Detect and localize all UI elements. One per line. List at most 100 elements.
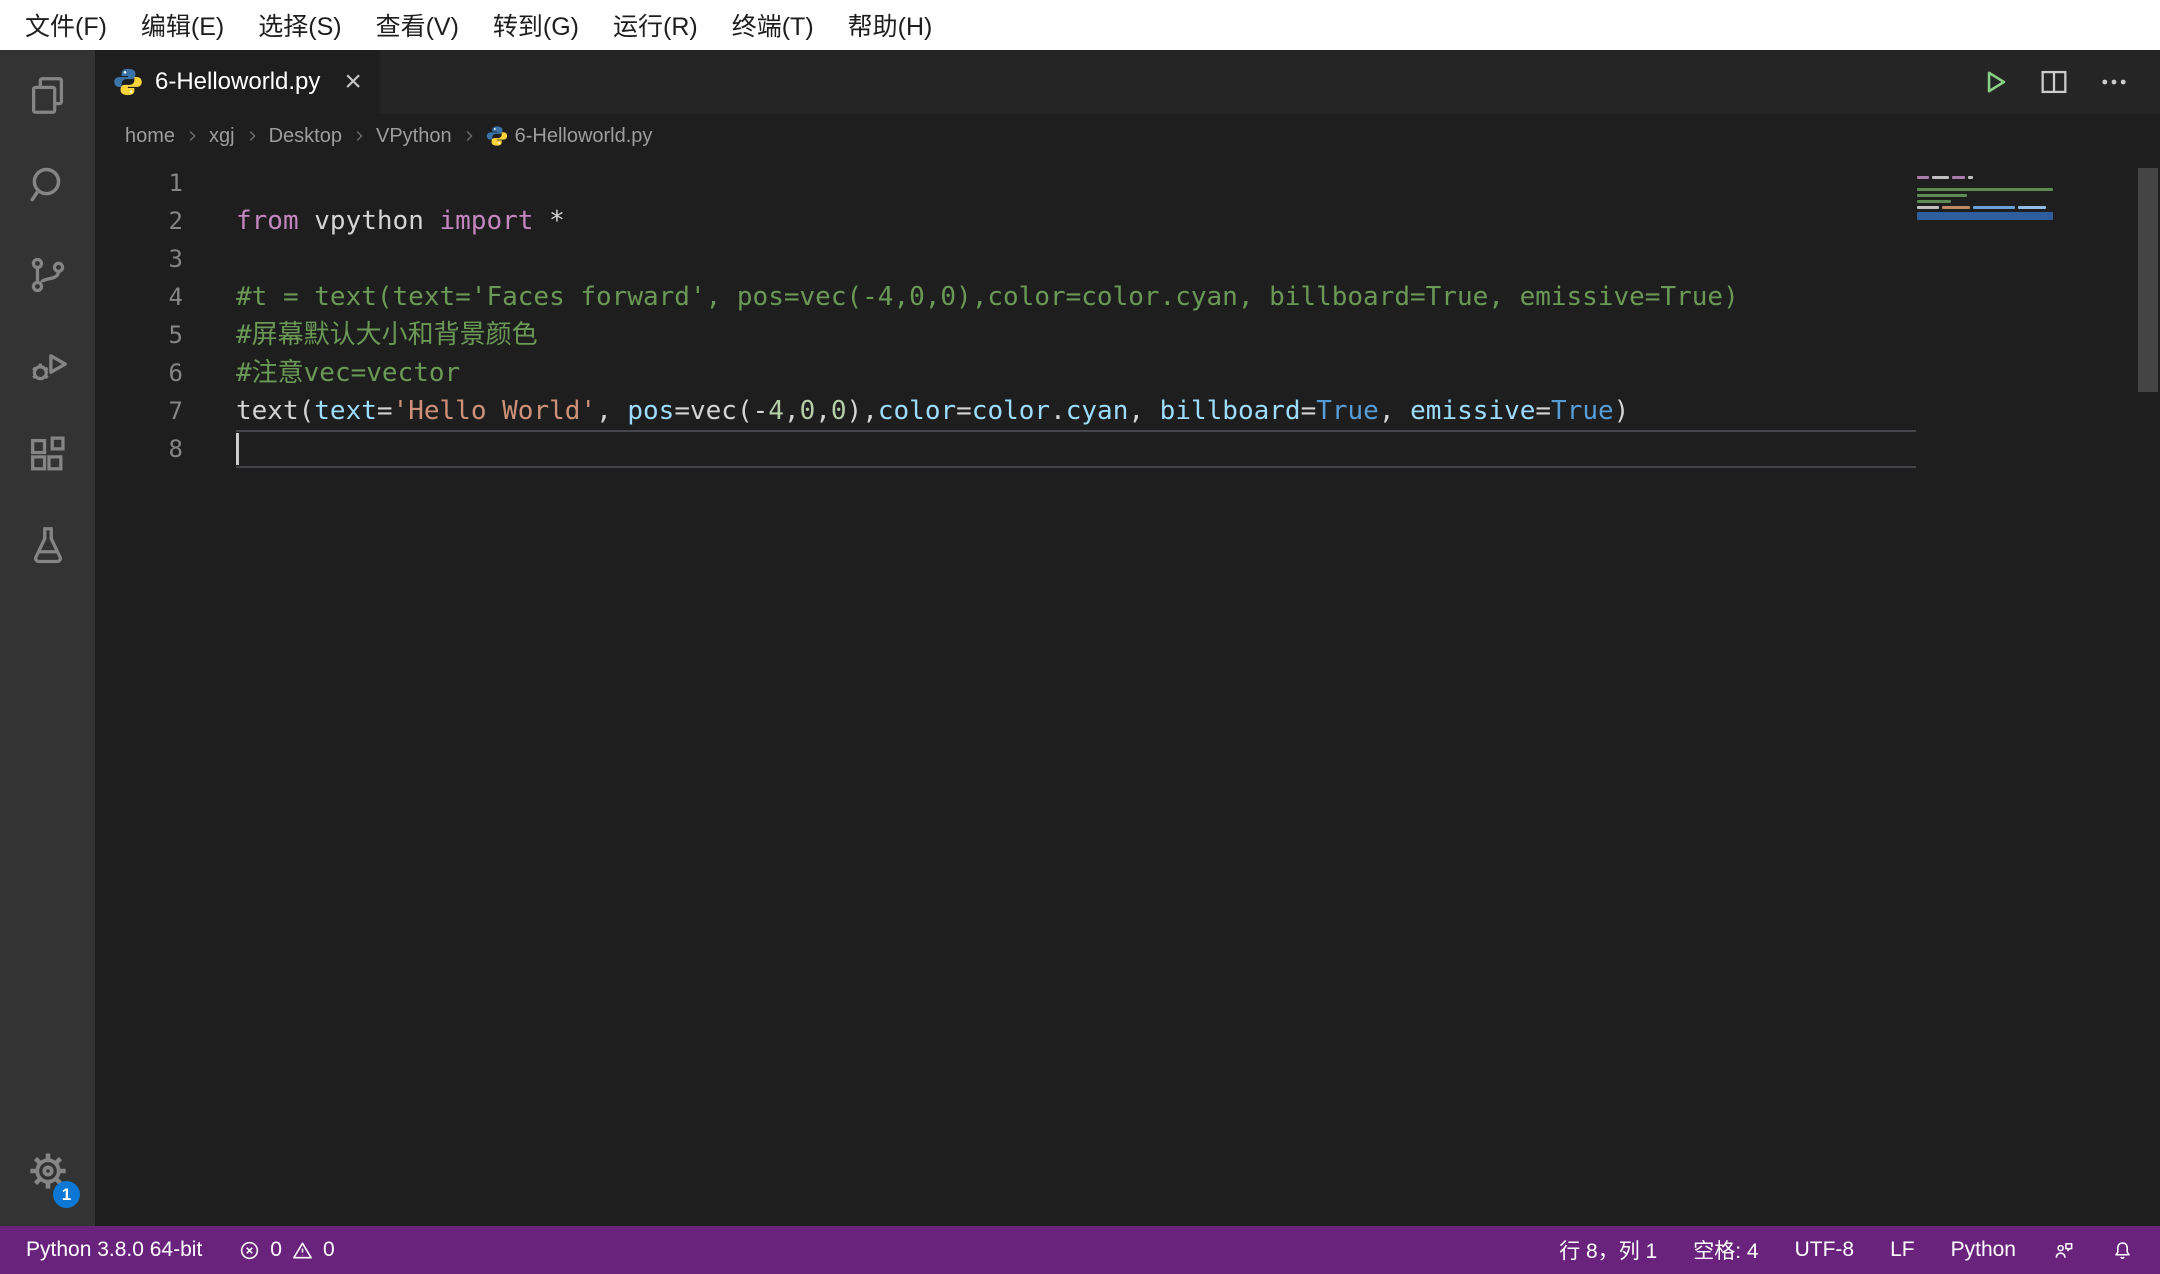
- minimap-segment: [1917, 194, 1967, 197]
- line-number[interactable]: 5: [95, 316, 236, 354]
- code-line-4[interactable]: 4#t = text(text='Faces forward', pos=vec…: [95, 278, 2160, 316]
- scrollbar-thumb[interactable]: [2138, 168, 2158, 392]
- code-token: ,: [1379, 396, 1410, 426]
- minimap-segment: [1952, 176, 1965, 179]
- code-line-8[interactable]: 8: [95, 430, 2160, 468]
- status-encoding[interactable]: UTF-8: [1795, 1238, 1855, 1262]
- editor[interactable]: 12from vpython import *34#t = text(text=…: [95, 158, 2160, 1226]
- status-cursor-position[interactable]: 行 8，列 1: [1559, 1235, 1657, 1265]
- status-python-interpreter[interactable]: Python 3.8.0 64-bit: [26, 1238, 202, 1262]
- minimap-segment: [1942, 206, 1970, 209]
- code-line-3[interactable]: 3: [95, 240, 2160, 278]
- warning-count: 0: [323, 1238, 335, 1262]
- menu-item-help[interactable]: 帮助(H): [831, 0, 950, 50]
- line-number[interactable]: 6: [95, 354, 236, 392]
- editor-area: 6-Helloworld.py × home xgj Desktop VPython 6…: [95, 50, 2160, 1226]
- breadcrumb-item-home[interactable]: home: [125, 125, 175, 148]
- menu-item-file[interactable]: 文件(F): [8, 0, 124, 50]
- minimap[interactable]: [1917, 170, 2053, 223]
- menu-item-selection[interactable]: 选择(S): [241, 0, 358, 50]
- tab-bar: 6-Helloworld.py ×: [95, 50, 2160, 114]
- error-icon: [238, 1239, 261, 1262]
- split-editor-button[interactable]: [2032, 60, 2076, 104]
- more-actions-button[interactable]: [2092, 60, 2136, 104]
- activity-bar-item-source-control[interactable]: [0, 230, 95, 320]
- code-token: emissive: [1410, 396, 1535, 426]
- code-token: pos: [627, 396, 674, 426]
- menu-item-run[interactable]: 运行(R): [596, 0, 715, 50]
- minimap-line: [1917, 200, 2053, 203]
- code-line-1[interactable]: 1: [95, 164, 2160, 202]
- breadcrumb-item-6-helloworld.py[interactable]: 6-Helloworld.py: [486, 125, 653, 148]
- breadcrumb-item-xgj[interactable]: xgj: [209, 125, 235, 148]
- status-label: 行 8，列 1: [1559, 1235, 1657, 1265]
- line-number[interactable]: 7: [95, 392, 236, 430]
- editor-actions: [1972, 50, 2160, 114]
- code-token: 0: [831, 396, 847, 426]
- code-token: text: [314, 396, 377, 426]
- activity-bar-item-search[interactable]: [0, 140, 95, 230]
- menu-item-view[interactable]: 查看(V): [359, 0, 476, 50]
- breadcrumb-label: VPython: [376, 125, 452, 148]
- minimap-current-line: [1917, 212, 2053, 220]
- code-token: =: [377, 396, 393, 426]
- tab-6-helloworld[interactable]: 6-Helloworld.py ×: [95, 50, 380, 114]
- python-icon: [113, 67, 143, 97]
- activity-bar-top: [0, 50, 95, 590]
- breadcrumb: home xgj Desktop VPython 6-Helloworld.py: [95, 114, 2160, 158]
- code-token: from: [236, 206, 299, 236]
- activity-bar-item-extensions[interactable]: [0, 410, 95, 500]
- close-icon[interactable]: ×: [344, 67, 362, 97]
- debug-icon: [25, 342, 71, 388]
- breadcrumb-item-vpython[interactable]: VPython: [376, 125, 452, 148]
- feedback-icon: [2052, 1239, 2075, 1262]
- chevron-right-icon: [243, 127, 261, 145]
- code-line-5[interactable]: 5#屏幕默认大小和背景颜色: [95, 316, 2160, 354]
- run-file-button[interactable]: [1972, 60, 2016, 104]
- activity-bar-item-explorer[interactable]: [0, 50, 95, 140]
- line-number[interactable]: 2: [95, 202, 236, 240]
- status-label: UTF-8: [1795, 1238, 1855, 1262]
- activity-bar-item-run-and-debug[interactable]: [0, 320, 95, 410]
- code-line-2[interactable]: 2from vpython import *: [95, 202, 2160, 240]
- vscode-window: 文件(F)编辑(E)选择(S)查看(V)转到(G)运行(R)终端(T)帮助(H)…: [0, 0, 2160, 1274]
- status-problems[interactable]: 0 0: [238, 1238, 334, 1262]
- line-number[interactable]: 4: [95, 278, 236, 316]
- minimap-line: [1917, 182, 2053, 185]
- status-label: LF: [1890, 1238, 1915, 1262]
- menu-item-edit[interactable]: 编辑(E): [124, 0, 241, 50]
- code-line-6[interactable]: 6#注意vec=vector: [95, 354, 2160, 392]
- search-icon: [25, 162, 71, 208]
- code-token: .: [1050, 396, 1066, 426]
- menu-item-go[interactable]: 转到(G): [476, 0, 596, 50]
- code-token: color: [972, 396, 1050, 426]
- chevron-right-icon: [460, 127, 478, 145]
- code-token: =: [956, 396, 972, 426]
- code-line-7[interactable]: 7text(text='Hello World', pos=vec(-4,0,0…: [95, 392, 2160, 430]
- code-token: import: [440, 206, 534, 236]
- status-indentation[interactable]: 空格: 4: [1693, 1235, 1758, 1265]
- status-language-mode[interactable]: Python: [1951, 1238, 2016, 1262]
- minimap-segment: [1917, 188, 2053, 191]
- code-token: =: [1535, 396, 1551, 426]
- code-token: #注意vec=vector: [236, 358, 460, 388]
- status-feedback[interactable]: [2052, 1239, 2075, 1262]
- menu-bar: 文件(F)编辑(E)选择(S)查看(V)转到(G)运行(R)终端(T)帮助(H): [0, 0, 2160, 50]
- error-count: 0: [270, 1238, 282, 1262]
- line-content: #注意vec=vector: [236, 354, 460, 392]
- line-number[interactable]: 1: [95, 164, 236, 202]
- status-eol[interactable]: LF: [1890, 1238, 1915, 1262]
- line-number[interactable]: 3: [95, 240, 236, 278]
- activity-bar-item-settings[interactable]: 1: [0, 1126, 95, 1216]
- activity-bar-item-testing[interactable]: [0, 500, 95, 590]
- settings-badge: 1: [53, 1181, 80, 1208]
- beaker-icon: [25, 522, 71, 568]
- minimap-line: [1917, 188, 2053, 191]
- code-token: color: [878, 396, 956, 426]
- breadcrumb-item-desktop[interactable]: Desktop: [269, 125, 342, 148]
- status-notifications[interactable]: [2111, 1239, 2134, 1262]
- menu-item-terminal[interactable]: 终端(T): [715, 0, 831, 50]
- breadcrumb-label: Desktop: [269, 125, 342, 148]
- line-number[interactable]: 8: [95, 430, 236, 468]
- line-content: from vpython import *: [236, 202, 565, 240]
